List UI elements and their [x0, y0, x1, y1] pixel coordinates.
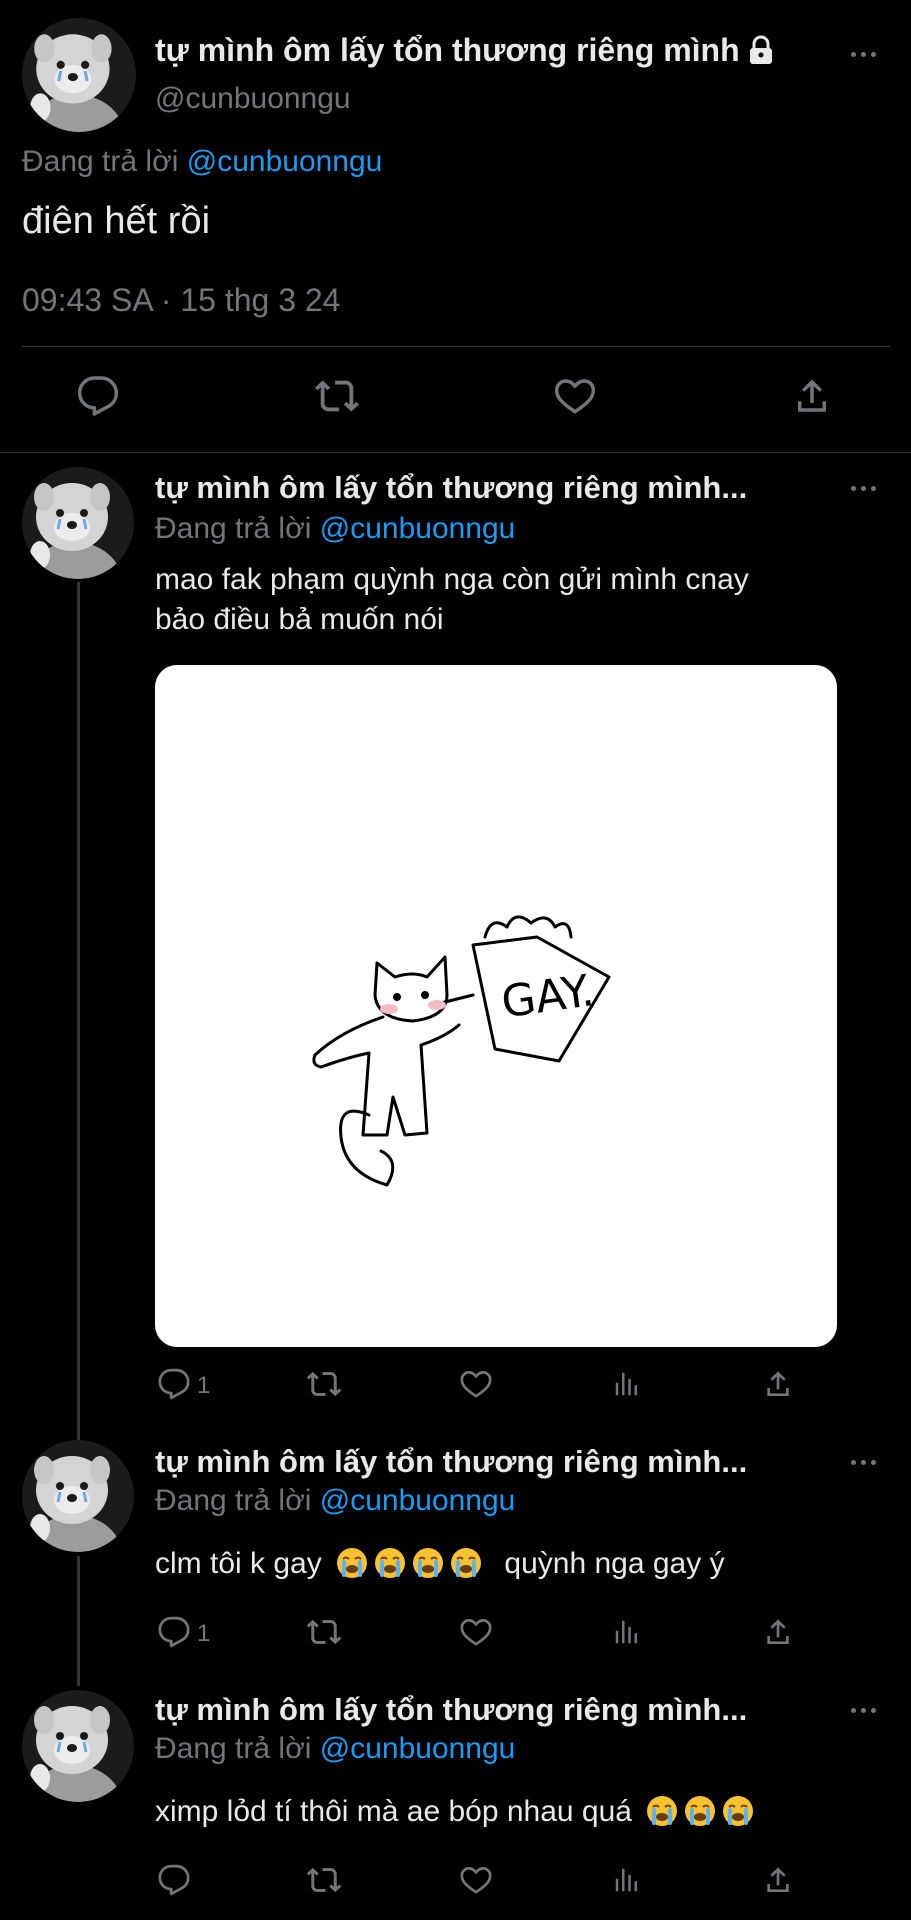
share-icon	[762, 1864, 794, 1901]
share-icon	[791, 375, 833, 422]
views-button[interactable]	[612, 1616, 642, 1652]
replying-to-prefix: Đang trả lời	[155, 1732, 312, 1765]
tweet-text-part: clm tôi k gay	[155, 1547, 322, 1580]
reply-count: 1	[197, 1372, 211, 1399]
reply-count: 1	[197, 1620, 211, 1647]
replying-to-prefix: Đang trả lời	[22, 145, 179, 178]
like-button[interactable]	[459, 1864, 493, 1900]
lock-icon	[748, 35, 774, 65]
like-button[interactable]	[459, 1616, 493, 1652]
like-icon	[459, 1615, 493, 1654]
author-handle[interactable]: @cunbuonngu	[155, 82, 351, 116]
crying-face-emoji	[722, 1795, 754, 1827]
retweet-icon	[306, 1366, 342, 1407]
crying-face-emoji	[684, 1795, 716, 1827]
like-icon	[459, 1367, 493, 1406]
share-button[interactable]	[762, 1616, 794, 1652]
tweet-text-part: ximp lỏd tí thôi mà ae bóp nhau quá	[155, 1795, 632, 1828]
divider	[0, 452, 911, 453]
avatar[interactable]	[22, 1690, 134, 1802]
tweet-image[interactable]: GAY.	[155, 665, 837, 1347]
crying-face-emoji	[412, 1547, 444, 1579]
main-tweet: tự mình ôm lấy tổn thương riêng mình @cu…	[0, 0, 911, 450]
author-display-name[interactable]: tự mình ôm lấy tổn thương riêng mình...	[155, 470, 825, 506]
tweet-text: mao fak phạm quỳnh nga còn gửi mình cnay…	[155, 560, 875, 640]
like-button[interactable]	[459, 1368, 493, 1404]
replying-to-handle[interactable]: @cunbuonngu	[320, 1732, 516, 1765]
reply-button[interactable]	[157, 1864, 191, 1900]
avatar[interactable]	[22, 1440, 134, 1552]
like-icon	[553, 374, 597, 423]
emoji-group	[646, 1795, 760, 1828]
retweet-icon	[306, 1862, 342, 1903]
views-button[interactable]	[612, 1864, 642, 1900]
author-display-name[interactable]: tự mình ôm lấy tổn thương riêng mình	[155, 32, 740, 69]
emoji-group	[336, 1547, 496, 1580]
divider	[22, 346, 890, 347]
retweet-button[interactable]	[306, 1368, 342, 1404]
more-icon[interactable]	[851, 1708, 876, 1713]
views-icon	[612, 1369, 642, 1404]
tweet-timestamp[interactable]: 09:43 SA · 15 thg 3 24	[22, 282, 340, 319]
tweet-text: clm tôi k gay quỳnh nga gay ý	[155, 1544, 875, 1584]
crying-face-emoji	[450, 1547, 482, 1579]
reply-button[interactable]: 1	[157, 1368, 210, 1404]
replying-to: Đang trả lời @cunbuonngu	[155, 512, 515, 546]
share-button[interactable]	[762, 1864, 794, 1900]
share-button[interactable]	[790, 376, 834, 420]
replying-to-handle[interactable]: @cunbuonngu	[320, 512, 516, 545]
reply-icon	[157, 1367, 191, 1406]
crying-face-emoji	[374, 1547, 406, 1579]
author-name-row: tự mình ôm lấy tổn thương riêng mình	[155, 28, 825, 72]
tweet-text: ximp lỏd tí thôi mà ae bóp nhau quá	[155, 1792, 875, 1832]
retweet-button[interactable]	[306, 1864, 342, 1900]
replying-to: Đang trả lời @cunbuonngu	[155, 1484, 515, 1518]
tweet-text-line: mao fak phạm quỳnh nga còn gửi mình cnay	[155, 563, 749, 596]
crying-face-emoji	[336, 1547, 368, 1579]
replying-to: Đang trả lời @cunbuonngu	[155, 1732, 515, 1766]
tweet-text-part: quỳnh nga gay ý	[504, 1547, 725, 1580]
replying-to-handle[interactable]: @cunbuonngu	[320, 1484, 516, 1517]
share-icon	[762, 1616, 794, 1653]
crying-face-emoji	[646, 1795, 678, 1827]
thread-line	[77, 1556, 80, 1686]
replying-to: Đang trả lời @cunbuonngu	[22, 145, 382, 179]
more-icon[interactable]	[851, 486, 876, 491]
reply-button[interactable]	[76, 376, 120, 420]
replying-to-handle[interactable]: @cunbuonngu	[187, 145, 383, 178]
views-icon	[612, 1617, 642, 1652]
cat-gay-drawing: GAY.	[312, 915, 611, 1187]
replying-to-prefix: Đang trả lời	[155, 512, 312, 545]
views-button[interactable]	[612, 1368, 642, 1404]
tweet-text-line: bảo điều bả muốn nói	[155, 603, 444, 636]
like-icon	[459, 1863, 493, 1902]
tweet-text: điên hết rồi	[22, 200, 211, 242]
author-display-name[interactable]: tự mình ôm lấy tổn thương riêng mình...	[155, 1444, 825, 1480]
share-icon	[762, 1368, 794, 1405]
retweet-icon	[306, 1614, 342, 1655]
retweet-button[interactable]	[306, 1616, 342, 1652]
views-icon	[612, 1865, 642, 1900]
reply-icon	[157, 1615, 191, 1654]
reply-icon	[76, 374, 120, 423]
avatar[interactable]	[22, 467, 134, 579]
replying-to-prefix: Đang trả lời	[155, 1484, 312, 1517]
more-icon[interactable]	[851, 1460, 876, 1465]
retweet-icon	[314, 373, 360, 424]
avatar[interactable]	[22, 18, 136, 132]
share-button[interactable]	[762, 1368, 794, 1404]
reply-button[interactable]: 1	[157, 1616, 210, 1652]
like-button[interactable]	[553, 376, 597, 420]
retweet-button[interactable]	[315, 376, 359, 420]
more-icon[interactable]	[851, 52, 876, 57]
reply-icon	[157, 1863, 191, 1902]
thread-line	[77, 582, 80, 1440]
author-display-name[interactable]: tự mình ôm lấy tổn thương riêng mình...	[155, 1692, 825, 1728]
